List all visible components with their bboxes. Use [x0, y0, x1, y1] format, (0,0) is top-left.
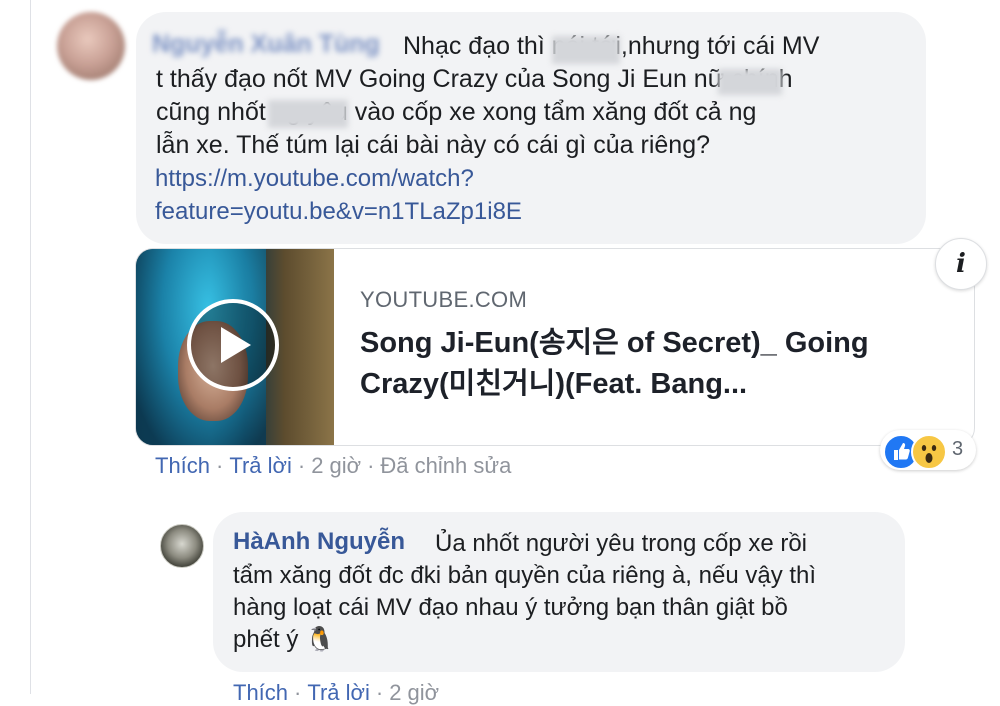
- video-thumbnail[interactable]: [136, 249, 334, 445]
- redaction-blur: [552, 36, 620, 64]
- comment-timestamp[interactable]: 2 giờ: [311, 453, 361, 478]
- comment-line-4: lẫn xe. Thế túm lại cái bài này có cái g…: [156, 131, 711, 159]
- reply-actions: Thích · Trả lời · 2 giờ: [233, 680, 440, 705]
- reply-timestamp[interactable]: 2 giờ: [389, 680, 439, 705]
- reply-line-3: hàng loạt cái MV đạo nhau ý tưởng bạn th…: [233, 594, 788, 621]
- preview-domain: YOUTUBE.COM: [360, 287, 528, 312]
- left-divider: [30, 0, 31, 694]
- reaction-count: 3: [952, 438, 964, 460]
- like-button[interactable]: Thích: [155, 453, 210, 478]
- comment-line-2: t thấy đạo nốt MV Going Crazy của Song J…: [156, 65, 793, 93]
- info-icon[interactable]: i: [935, 238, 987, 290]
- reply-button[interactable]: Trả lời: [229, 453, 292, 478]
- comment-actions: Thích · Trả lời · 2 giờ · Đã chỉnh sửa: [155, 453, 512, 478]
- reply-author-name[interactable]: HàAnh Nguyễn: [233, 528, 405, 556]
- link-preview-card[interactable]: YOUTUBE.COM Song Ji-Eun(송지은 of Secret)_ …: [135, 248, 975, 446]
- reply-line-2: tẩm xăng đốt đc đki bản quyền của riêng …: [233, 562, 817, 589]
- link-line-2[interactable]: feature=youtu.be&v=n1TLaZp1i8E: [155, 195, 522, 228]
- edited-label[interactable]: Đã chỉnh sửa: [380, 453, 511, 478]
- redaction-blur: [268, 100, 348, 128]
- comment-line-3: cũng nhốt ng yêu vào cốp xe xong tẩm xăn…: [156, 98, 757, 126]
- redaction-blur: [718, 69, 782, 95]
- preview-title[interactable]: Song Ji-Eun(송지은 of Secret)_ Going Crazy(…: [360, 323, 960, 405]
- reply-author-avatar[interactable]: [160, 524, 204, 568]
- link-line-1[interactable]: https://m.youtube.com/watch?: [155, 162, 474, 195]
- play-icon[interactable]: [187, 299, 279, 391]
- reply-line-4: phết ý 🐧: [233, 626, 335, 653]
- commenter-avatar[interactable]: [57, 12, 125, 80]
- wow-reaction-icon: [911, 434, 947, 470]
- reply-reply-button[interactable]: Trả lời: [307, 680, 370, 705]
- reactions-summary[interactable]: 3: [880, 430, 976, 470]
- comment-author-name[interactable]: Nguyễn Xuân Tùng: [152, 30, 380, 59]
- reply-like-button[interactable]: Thích: [233, 680, 288, 705]
- reply-line-1: Ủa nhốt người yêu trong cốp xe rồi: [435, 530, 808, 557]
